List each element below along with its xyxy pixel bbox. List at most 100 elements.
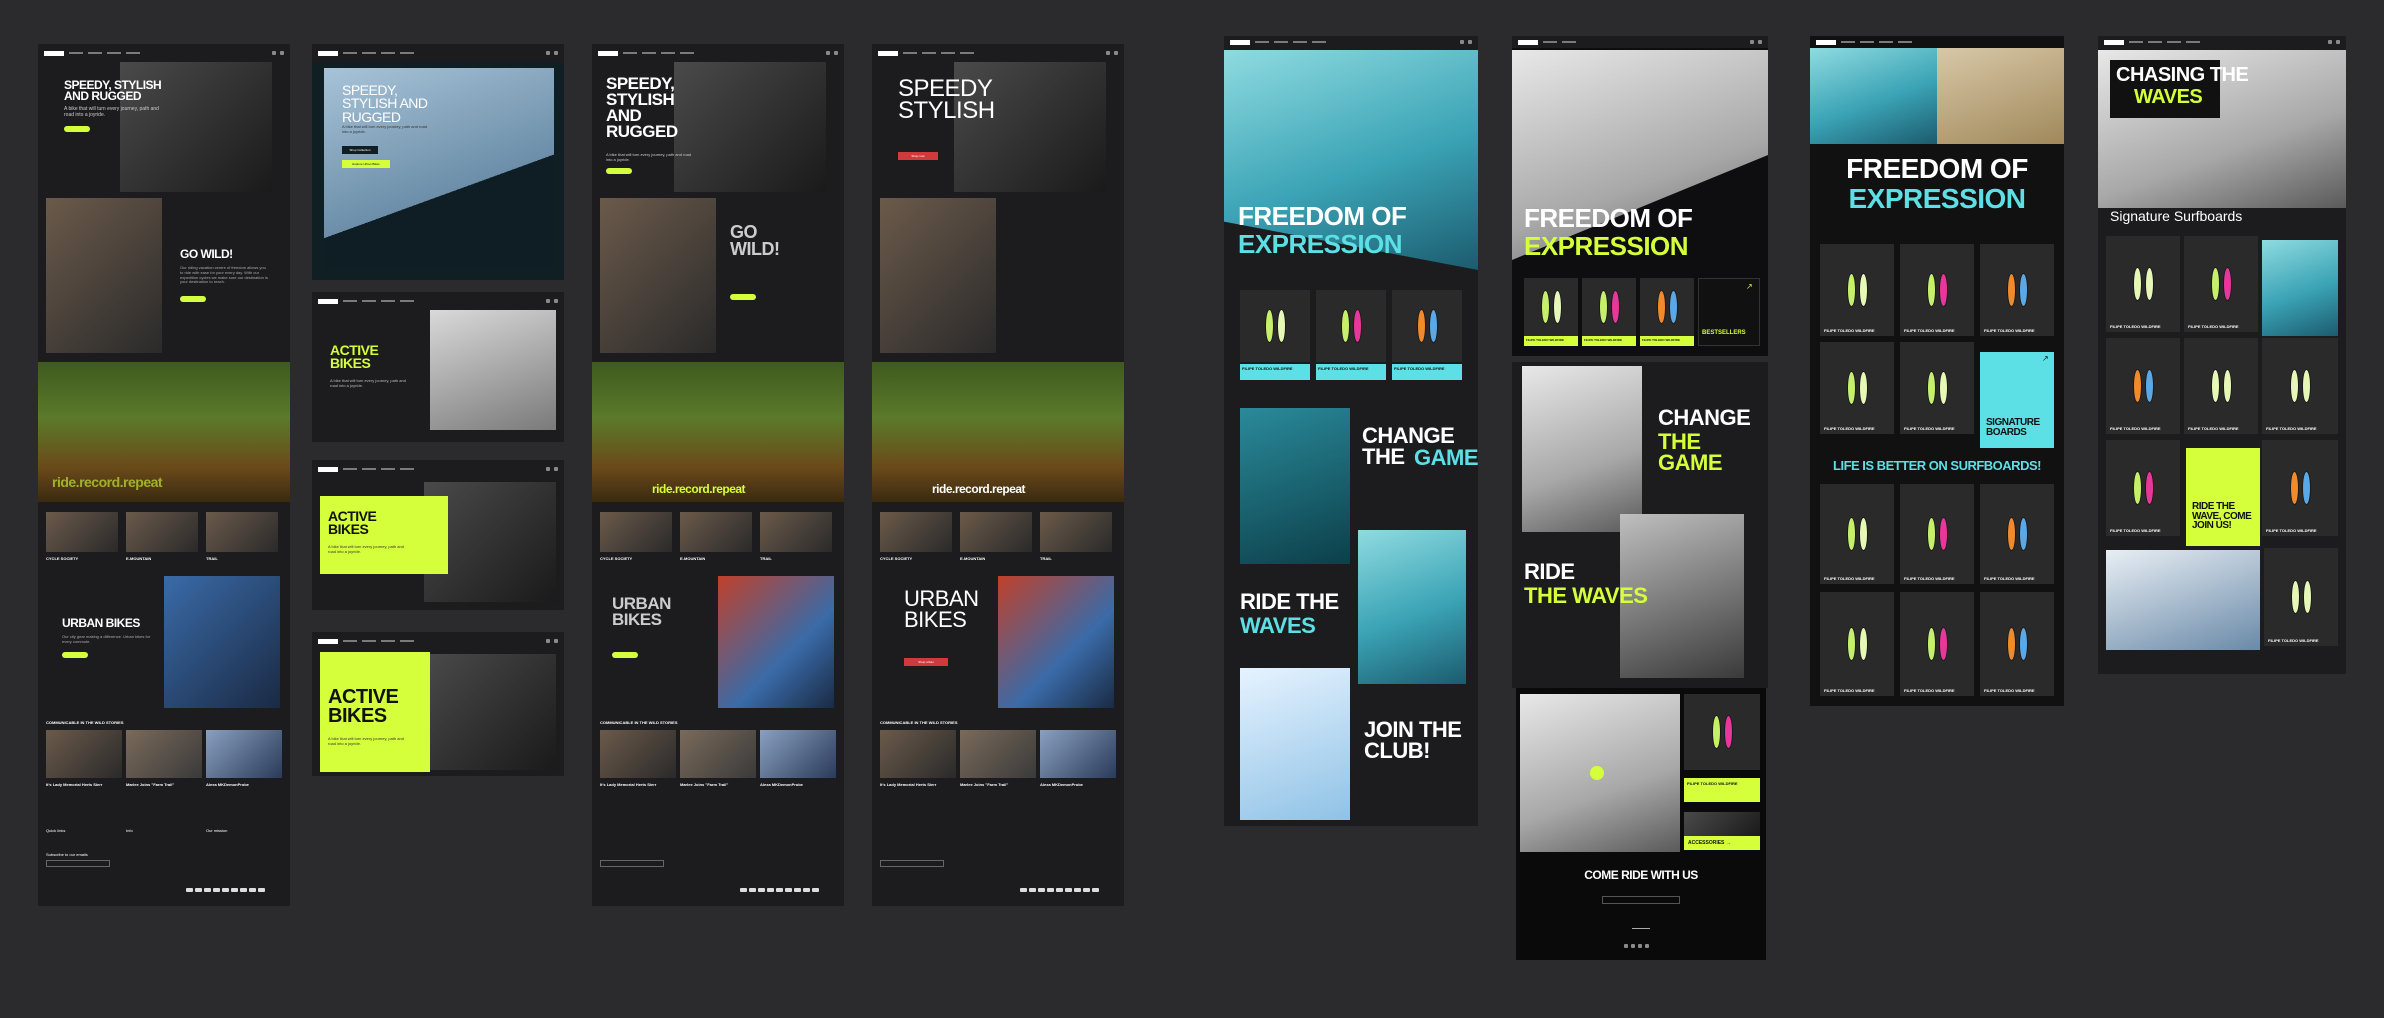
product-card-3[interactable]: FILIPE TOLEDO WILDFIRE xyxy=(1980,244,2054,336)
story-title-2[interactable]: Marlee Joins "Farm Trail" xyxy=(960,782,1008,787)
twitter-icon[interactable] xyxy=(1638,944,1642,948)
search-icon[interactable] xyxy=(272,51,276,55)
product-card-3[interactable] xyxy=(1392,290,1462,362)
go-wild-button[interactable] xyxy=(730,294,756,300)
thumb-label-2: E-MOUNTAIN xyxy=(960,556,986,561)
product-card-feature[interactable] xyxy=(1684,694,1760,770)
hero-button-secondary[interactable]: Explore Urban Bikes xyxy=(342,160,390,168)
story-image-3[interactable] xyxy=(206,730,282,778)
thumb-label-3: TRAIL xyxy=(760,556,772,561)
hero-button[interactable]: Shop now xyxy=(898,152,938,160)
thumb-1[interactable] xyxy=(46,512,118,552)
product-card-2[interactable]: FILIPE TOLEDO WILDFIRE xyxy=(1900,244,1974,336)
product-card-2[interactable] xyxy=(1316,290,1386,362)
story-image-2[interactable] xyxy=(960,730,1036,778)
thumb-3[interactable] xyxy=(760,512,832,552)
product-card-2[interactable]: FILIPE TOLEDO WILDFIRE xyxy=(2184,236,2258,332)
product-card-1[interactable]: FILIPE TOLEDO WILDFIRE xyxy=(2106,236,2180,332)
hero-button[interactable] xyxy=(64,126,90,132)
youtube-icon[interactable] xyxy=(1645,944,1649,948)
product-card-7[interactable]: FILIPE TOLEDO WILDFIRE xyxy=(2262,440,2338,536)
product-label-1[interactable]: FILIPE TOLEDO WILDFIRE xyxy=(1524,336,1578,346)
product-card-5[interactable]: FILIPE TOLEDO WILDFIRE xyxy=(2262,338,2338,434)
product-card-3[interactable] xyxy=(1640,278,1694,336)
signature-label[interactable]: SIGNATURE BOARDS xyxy=(1986,418,2046,438)
product-card-10[interactable]: FILIPE TOLEDO WILDFIRE xyxy=(1900,592,1974,696)
product-label-2[interactable]: FILIPE TOLEDO WILDFIRE xyxy=(1582,336,1636,346)
email-field[interactable] xyxy=(880,860,944,867)
promo-title[interactable]: RIDE THE WAVE, COME JOIN US! xyxy=(2192,502,2256,531)
join-title: JOIN THE CLUB! xyxy=(1364,717,1462,763)
email-field[interactable] xyxy=(600,860,664,867)
facebook-icon[interactable] xyxy=(1631,944,1635,948)
product-card-7[interactable]: FILIPE TOLEDO WILDFIRE xyxy=(1900,484,1974,584)
cart-icon[interactable] xyxy=(834,51,838,55)
product-card-1[interactable]: FILIPE TOLEDO WILDFIRE xyxy=(1820,244,1894,336)
search-icon[interactable] xyxy=(546,51,550,55)
instagram-icon[interactable] xyxy=(1624,944,1628,948)
product-card-8[interactable]: FILIPE TOLEDO WILDFIRE xyxy=(1980,484,2054,584)
hero-button-primary[interactable]: Shop Collection xyxy=(342,146,378,154)
story-title-1[interactable]: It's Lady Memorial Herts Sierr xyxy=(600,782,656,787)
product-label-3[interactable]: FILIPE TOLEDO WILDFIRE xyxy=(1640,336,1694,346)
product-card-9[interactable]: FILIPE TOLEDO WILDFIRE xyxy=(1820,592,1894,696)
cart-icon[interactable] xyxy=(1114,51,1118,55)
product-card-5[interactable]: FILIPE TOLEDO WILDFIRE xyxy=(1900,342,1974,434)
story-image-3[interactable] xyxy=(1040,730,1116,778)
search-icon[interactable] xyxy=(826,51,830,55)
social-icons[interactable] xyxy=(1624,944,1649,948)
story-title-3[interactable]: Alexa MKDemonProbe xyxy=(1040,782,1083,787)
product-card-11[interactable]: FILIPE TOLEDO WILDFIRE xyxy=(1980,592,2054,696)
brand-logo[interactable] xyxy=(44,50,64,56)
story-image-2[interactable] xyxy=(126,730,202,778)
product-card-1[interactable] xyxy=(1524,278,1578,336)
cart-icon[interactable] xyxy=(280,51,284,55)
search-icon[interactable] xyxy=(1106,51,1110,55)
cart-icon[interactable] xyxy=(554,51,558,55)
story-title-2[interactable]: Marlee Joins "Farm Trail" xyxy=(126,782,174,787)
hero-button[interactable] xyxy=(606,168,632,174)
product-label-3[interactable]: FILIPE TOLEDO WILDFIRE xyxy=(1392,364,1462,380)
story-title-2[interactable]: Marlee Joins "Farm Trail" xyxy=(680,782,728,787)
urban-button[interactable]: Shop urban xyxy=(904,658,948,666)
thumb-2[interactable] xyxy=(126,512,198,552)
product-label-2[interactable]: FILIPE TOLEDO WILDFIRE xyxy=(1316,364,1386,380)
product-card-3[interactable]: FILIPE TOLEDO WILDFIRE xyxy=(2106,338,2180,434)
story-title-1[interactable]: It's Lady Memorial Herts Sierr xyxy=(880,782,936,787)
go-wild-button[interactable] xyxy=(180,296,206,302)
product-card-2[interactable] xyxy=(1582,278,1636,336)
story-image-1[interactable] xyxy=(46,730,122,778)
thumb-2[interactable] xyxy=(680,512,752,552)
email-field[interactable] xyxy=(1602,896,1680,904)
product-card-1[interactable] xyxy=(1240,290,1310,362)
promo-card[interactable] xyxy=(2186,448,2260,546)
story-title-3[interactable]: Alexa MKDemonProbe xyxy=(206,782,249,787)
bestsellers-label[interactable]: BESTSELLERS xyxy=(1702,330,1746,336)
story-title-3[interactable]: Alexa MKDemonProbe xyxy=(760,782,803,787)
play-button[interactable] xyxy=(1590,766,1604,780)
accessories-button[interactable]: ACCESSORIES → xyxy=(1684,836,1760,850)
story-image-3[interactable] xyxy=(760,730,836,778)
story-title-1[interactable]: It's Lady Memorial Herts Sierr xyxy=(46,782,102,787)
product-card-4[interactable]: FILIPE TOLEDO WILDFIRE xyxy=(2184,338,2258,434)
hero-title-1: FREEDOM OF xyxy=(1524,203,1693,233)
thumb-2[interactable] xyxy=(960,512,1032,552)
thumb-1[interactable] xyxy=(880,512,952,552)
story-image-1[interactable] xyxy=(880,730,956,778)
urban-button[interactable] xyxy=(62,652,88,658)
product-card-6[interactable]: FILIPE TOLEDO WILDFIRE xyxy=(2106,440,2180,536)
urban-button[interactable] xyxy=(612,652,638,658)
thumb-label-3: TRAIL xyxy=(1040,556,1052,561)
thumb-3[interactable] xyxy=(206,512,278,552)
email-field[interactable] xyxy=(46,860,110,867)
product-card-6[interactable]: FILIPE TOLEDO WILDFIRE xyxy=(1820,484,1894,584)
product-label-1[interactable]: FILIPE TOLEDO WILDFIRE xyxy=(1240,364,1310,380)
thumb-3[interactable] xyxy=(1040,512,1112,552)
product-card-4[interactable]: FILIPE TOLEDO WILDFIRE xyxy=(1820,342,1894,434)
urban-image xyxy=(998,576,1114,708)
story-image-2[interactable] xyxy=(680,730,756,778)
product-card-8[interactable]: FILIPE TOLEDO WILDFIRE xyxy=(2264,548,2338,646)
story-image-1[interactable] xyxy=(600,730,676,778)
product-label-feature[interactable]: FILIPE TOLEDO WILDFIRE xyxy=(1684,778,1760,802)
thumb-1[interactable] xyxy=(600,512,672,552)
